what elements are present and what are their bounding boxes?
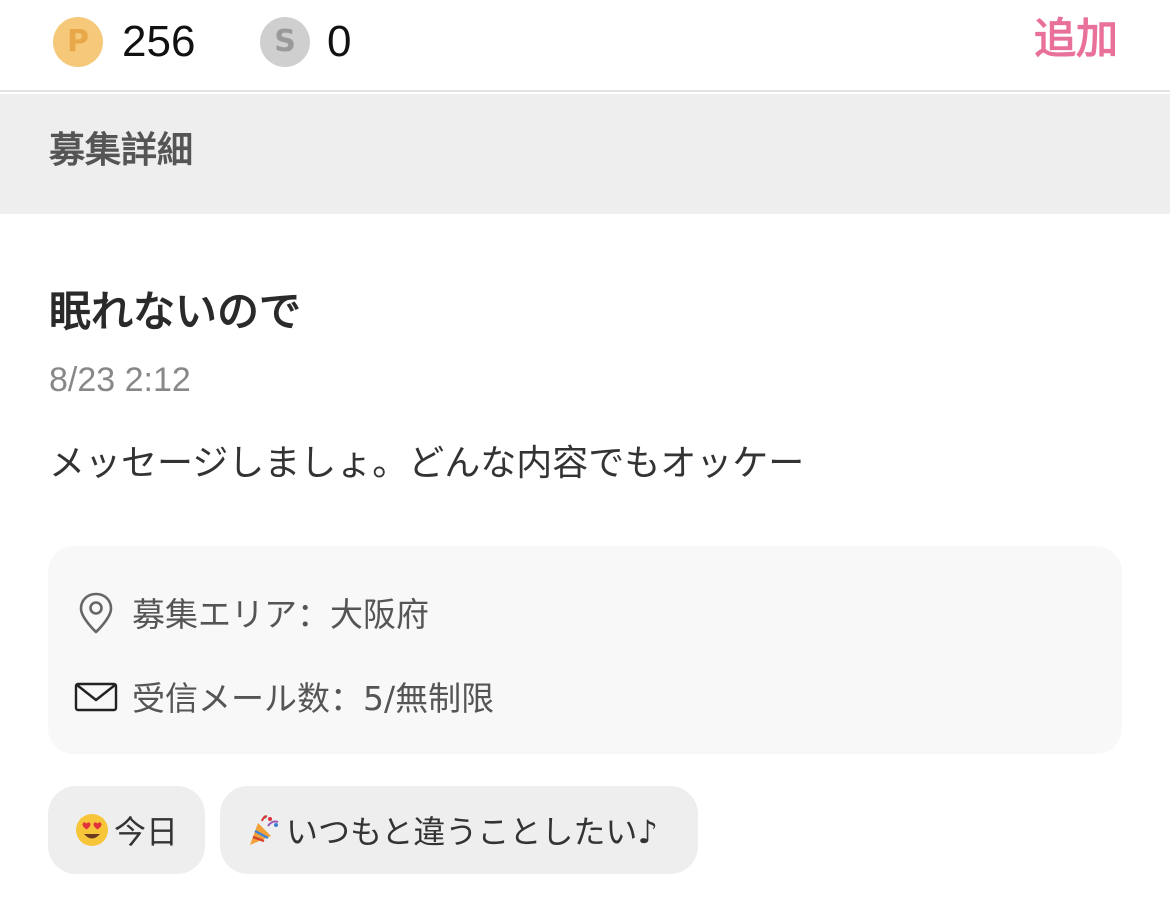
mail-count-text: 受信メール数：5/無制限: [132, 679, 495, 718]
points-count: 256: [122, 17, 196, 66]
location-pin-icon: [74, 590, 118, 636]
top-bar: P 256 S 0 追加: [0, 0, 1170, 92]
post-date: 8/23 2:12: [49, 361, 191, 399]
s-coin-icon: S: [260, 17, 310, 67]
envelope-icon: [74, 674, 118, 720]
heart-eyes-emoji-icon: [74, 812, 110, 848]
tag-chip: 今日: [48, 786, 205, 874]
points-coin-icon: P: [53, 17, 103, 67]
tag-label: いつもと違うことしたい♪: [286, 813, 658, 851]
tag-chip: いつもと違うことしたい♪: [220, 786, 698, 874]
add-button[interactable]: 追加: [1034, 12, 1118, 66]
post-title: 眠れないので: [49, 287, 302, 336]
s-count: 0: [327, 17, 352, 66]
tag-label: 今日: [114, 813, 179, 851]
section-header: 募集詳細: [0, 94, 1170, 214]
section-title: 募集詳細: [49, 130, 194, 171]
area-text: 募集エリア：大阪府: [132, 595, 429, 634]
post-body: メッセージしましょ。どんな内容でもオッケー: [49, 443, 805, 484]
party-popper-emoji-icon: [246, 812, 282, 848]
info-card: 募集エリア：大阪府 受信メール数：5/無制限: [48, 546, 1122, 754]
